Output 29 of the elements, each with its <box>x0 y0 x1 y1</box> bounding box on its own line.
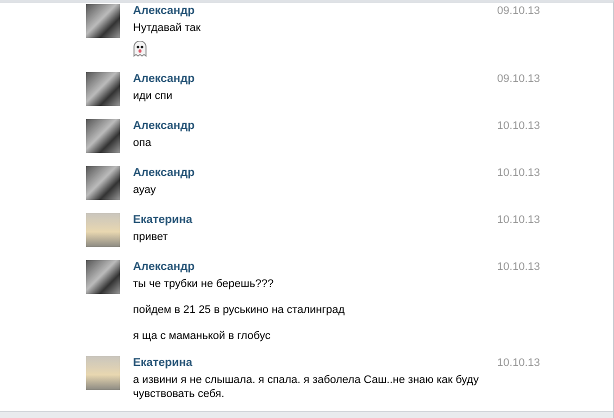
message-date: 09.10.13 <box>497 4 540 18</box>
avatar-photo-placeholder[interactable] <box>86 119 120 153</box>
message-text: Нутдавай так <box>133 21 202 35</box>
avatar-photo-placeholder[interactable] <box>86 260 120 294</box>
avatar-photo-placeholder[interactable] <box>86 166 120 200</box>
message-date: 10.10.13 <box>497 356 540 370</box>
message-text: иди спи <box>133 89 174 103</box>
avatar-photo-placeholder[interactable] <box>86 72 120 106</box>
sender-name-link[interactable]: Александр <box>133 166 195 180</box>
message-date: 10.10.13 <box>497 119 540 133</box>
sender-name-link[interactable]: Екатерина <box>133 356 192 370</box>
message-date: 09.10.13 <box>497 72 540 86</box>
avatar-photo-placeholder[interactable] <box>86 4 120 38</box>
message-text: ауау <box>133 183 157 197</box>
message-date: 10.10.13 <box>497 213 540 227</box>
message-date: 10.10.13 <box>497 260 540 274</box>
sender-name-link[interactable]: Екатерина <box>133 213 192 227</box>
message-text: ты че трубки не берешь??? <box>133 277 275 291</box>
ghost-emoji-icon <box>133 41 147 57</box>
message-text: а извини я не слышала. я спала. я заболела Саш..не знаю как буду чувствовать себя. <box>133 373 480 401</box>
message-text: привет <box>133 230 169 244</box>
message-text: опа <box>133 136 152 150</box>
sender-name-link[interactable]: Александр <box>133 119 195 133</box>
message-text: пойдем в 21 25 в руськино на сталинград <box>133 303 346 317</box>
sender-name-link[interactable]: Александр <box>133 260 195 274</box>
sender-name-link[interactable]: Александр <box>133 4 195 18</box>
message-date: 10.10.13 <box>497 166 540 180</box>
message-text: я ща с маманькой в глобус <box>133 329 272 343</box>
sender-name-link[interactable]: Александр <box>133 72 195 86</box>
